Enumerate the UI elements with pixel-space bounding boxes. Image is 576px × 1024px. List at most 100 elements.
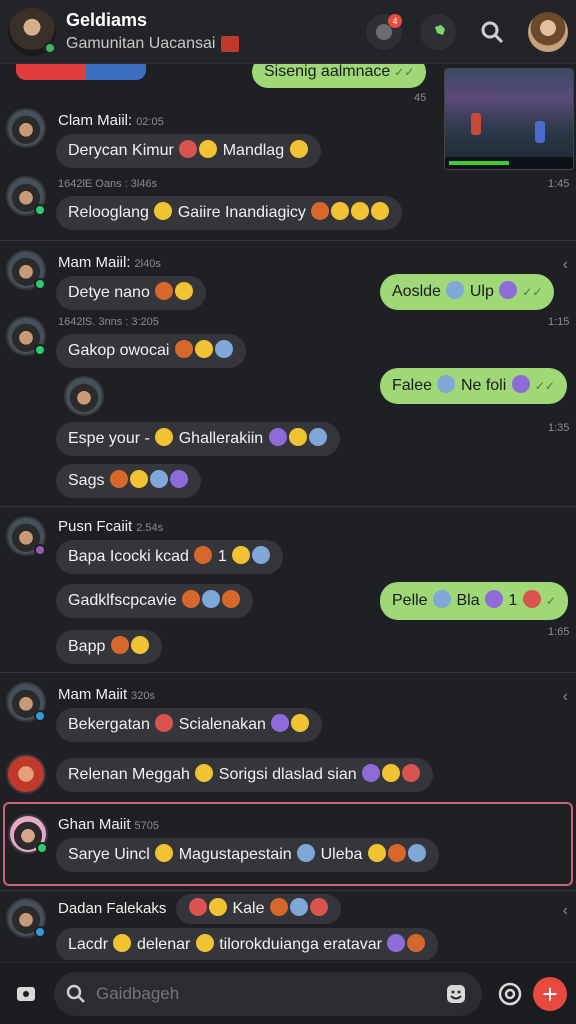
outgoing-bubble[interactable]: Aoslde Ulp ✓✓ [380, 274, 555, 310]
purple-emoji-icon [362, 763, 381, 782]
message-bubble[interactable]: Gakop owocai [56, 334, 246, 368]
gift-emoji-icon [511, 374, 530, 393]
smile-emoji-icon [155, 427, 174, 446]
message-bubble[interactable]: Bekergatan Scialenakan [56, 708, 323, 742]
shield-emoji-icon [297, 843, 316, 862]
message-input-wrapper[interactable] [54, 971, 482, 1016]
game-screenshot-image[interactable] [444, 68, 574, 170]
heart-emoji-icon [189, 897, 207, 916]
face-emoji-icon [446, 280, 465, 299]
crystal-emoji-icon [271, 713, 290, 732]
game-character [535, 121, 545, 143]
heart-emoji-icon [179, 139, 198, 158]
smile-emoji-icon [209, 897, 227, 916]
trophy-emoji-icon [221, 589, 240, 608]
attach-button[interactable] [6, 974, 46, 1014]
new-message-button[interactable]: + [530, 974, 570, 1014]
header-actions: 4 [366, 11, 568, 52]
pumpkin-emoji-icon [311, 201, 330, 220]
fire-emoji-icon [181, 589, 200, 608]
flag-icon [221, 36, 240, 52]
message-bubble[interactable]: Sarye Uincl Magustapestain Uleba [56, 838, 439, 872]
shield-emoji-icon [308, 427, 327, 446]
message-bubble[interactable]: Relooglang Gaiire Inandiagicy [56, 196, 403, 230]
smile-emoji-icon [130, 635, 149, 654]
at-sign-icon [498, 982, 522, 1005]
avatar[interactable] [6, 682, 46, 722]
avatar[interactable] [6, 516, 46, 556]
section-divider [0, 240, 576, 241]
outgoing-bubble[interactable]: Sisenig aalmnace ✓✓ [252, 64, 427, 88]
user-avatar[interactable] [528, 11, 568, 52]
message-bubble[interactable]: Sags [56, 464, 201, 498]
chevron-left-icon[interactable]: ‹ [563, 902, 568, 920]
message-bubble[interactable]: Bapp [56, 630, 162, 664]
shield-emoji-icon [214, 339, 233, 358]
message-bubble[interactable]: Detye nano [56, 276, 207, 310]
message-bubble[interactable]: Espe your - Ghallerakiin [56, 422, 340, 456]
purple-emoji-icon [485, 589, 504, 608]
purple-emoji-icon [499, 280, 518, 299]
ninja-emoji-icon [252, 545, 271, 564]
chevron-left-icon[interactable]: ‹ [563, 256, 568, 274]
section-divider [0, 672, 576, 673]
status-icon [34, 278, 46, 290]
smile-emoji-icon [154, 201, 173, 220]
avatar[interactable] [6, 316, 46, 356]
mention-button[interactable] [490, 974, 530, 1014]
message-composer: + [0, 962, 576, 1024]
message-bubble[interactable]: Kale [176, 894, 341, 924]
header-text[interactable]: Geldiams Gamunitan Uacansai [66, 10, 366, 53]
fire-emoji-icon [155, 281, 174, 300]
message-time: 1:65 [548, 626, 570, 638]
game-hud-bar [445, 157, 573, 169]
heart-emoji-icon [402, 763, 421, 782]
face-emoji-icon [433, 589, 452, 608]
status-icon [34, 204, 46, 216]
chevron-left-icon[interactable]: ‹ [563, 688, 568, 706]
pumpkin-emoji-icon [194, 545, 213, 564]
message-bubble[interactable]: Bapa Icocki kcad 1 [56, 540, 284, 574]
search-icon [481, 21, 504, 43]
avatar[interactable] [6, 250, 46, 290]
avatar[interactable] [6, 754, 46, 794]
outgoing-bubble[interactable]: Falee Ne foli ✓✓ [380, 368, 567, 404]
shield-emoji-icon [149, 469, 168, 488]
fire-emoji-icon [269, 897, 288, 916]
group-avatar[interactable] [8, 7, 56, 56]
fire-emoji-icon [110, 635, 129, 654]
chat-header: Geldiams Gamunitan Uacansai 4 [0, 0, 576, 64]
emoji-button[interactable] [442, 980, 470, 1008]
status-icon [36, 842, 48, 854]
rocket-emoji-icon [155, 713, 174, 732]
smile-emoji-icon [194, 339, 213, 358]
read-receipt-icon: ✓✓ [534, 379, 555, 393]
search-button[interactable] [474, 14, 510, 50]
smile-emoji-icon [195, 933, 214, 952]
smile-emoji-icon [331, 201, 350, 220]
image-thumbnail[interactable] [64, 376, 104, 416]
notifications-button[interactable]: 4 [366, 13, 402, 50]
smile-emoji-icon [129, 469, 148, 488]
pin-button[interactable] [420, 13, 456, 50]
pin-icon [431, 24, 445, 39]
sunglasses-emoji-icon [309, 897, 328, 916]
purple-emoji-icon [169, 469, 188, 488]
message-time: 45 [414, 92, 427, 104]
avatar[interactable] [6, 898, 46, 938]
message-bubble[interactable]: Derycan Kimur Mandlag [56, 134, 321, 168]
message-list[interactable]: Sisenig aalmnace ✓✓ 45 Clam Maiil: 02:05 D… [0, 64, 576, 960]
fire-emoji-icon [109, 469, 128, 488]
avatar[interactable] [6, 108, 46, 148]
message-bubble[interactable]: Relenan Meggah Sorigsi dlaslad sian [56, 758, 434, 792]
outgoing-bubble[interactable]: Pelle Bla 1 ✓ [380, 582, 568, 620]
section-divider [0, 890, 576, 891]
message-input[interactable] [96, 983, 442, 1004]
online-status-icon [44, 41, 56, 54]
avatar[interactable] [6, 176, 46, 216]
sender-name: Mam Maiil: 2l40s [58, 254, 161, 271]
message-bubble[interactable]: Gadklfscpcavie [56, 584, 253, 618]
search-icon [66, 984, 85, 1003]
message-bubble[interactable]: Lacdr delenar tilorokduianga eratavar [56, 928, 439, 960]
avatar[interactable] [8, 814, 48, 854]
